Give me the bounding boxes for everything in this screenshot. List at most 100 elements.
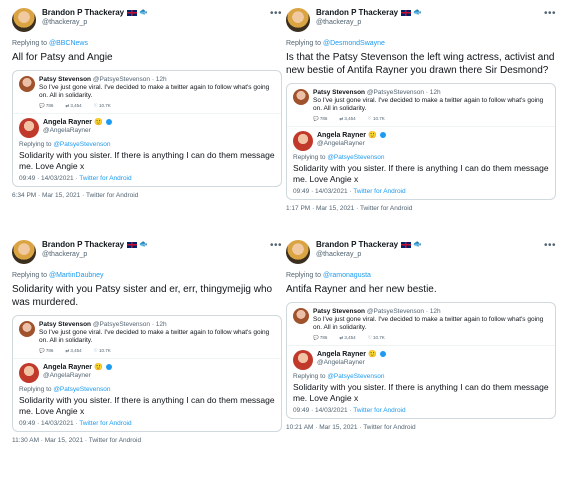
author-name[interactable]: Brandon P Thackeray <box>316 8 398 18</box>
tweet-footer: 10:21 AM · Mar 15, 2021 · Twitter for An… <box>286 424 416 431</box>
author-name[interactable]: Brandon P Thackeray <box>42 8 124 18</box>
angela-meta: 09:49 · 14/03/2021 · Twitter for Android <box>19 420 132 427</box>
patsy-avatar[interactable] <box>19 321 35 337</box>
divider <box>13 113 281 114</box>
angela-text: Solidarity with you sister. If there is … <box>293 163 549 184</box>
fish-icon: 🐟 <box>413 241 422 248</box>
tweet-header: Brandon P Thackeray 🐟 @thackeray_p ••• <box>286 240 556 268</box>
tweet-header: Brandon P Thackeray 🐟 @thackeray_p ••• <box>286 8 556 36</box>
fish-icon: 🐟 <box>139 9 148 16</box>
verified-icon <box>379 351 386 358</box>
reply-count[interactable]: 💬 786 <box>39 103 53 109</box>
like-count[interactable]: ♡ 10.7K <box>94 103 111 109</box>
more-options-icon[interactable]: ••• <box>270 8 282 19</box>
replying-to: Replying to @BBCNews <box>12 40 88 47</box>
retweet-count[interactable]: ⇄ 3,454 <box>65 348 81 354</box>
avatar[interactable] <box>12 240 36 264</box>
angela-replying-to: Replying to @PatsyeStevenson <box>293 154 385 161</box>
reply-count[interactable]: 💬 786 <box>39 348 53 354</box>
author-handle[interactable]: @thackeray_p <box>316 250 422 260</box>
angela-replying-to: Replying to @PatsyeStevenson <box>19 386 111 393</box>
fish-icon: 🐟 <box>139 241 148 248</box>
replying-to: Replying to @DesmondSwayne <box>286 40 385 47</box>
angela-avatar[interactable] <box>293 131 313 151</box>
avatar[interactable] <box>286 240 310 264</box>
author-name[interactable]: Brandon P Thackeray <box>42 240 124 250</box>
angela-meta: 09:49 · 14/03/2021 · Twitter for Android <box>293 188 406 195</box>
replying-to: Replying to @MartinDaubney <box>12 272 104 279</box>
verified-icon <box>379 132 386 139</box>
divider <box>287 345 555 346</box>
angela-name[interactable]: Angela Rayner <box>317 132 366 139</box>
patsy-avatar[interactable] <box>19 76 35 92</box>
author-handle[interactable]: @thackeray_p <box>42 250 148 260</box>
tweet-text: Is that the Patsy Stevenson the left win… <box>286 52 555 76</box>
patsy-name[interactable]: Patsy Stevenson <box>39 321 91 328</box>
replying-to-link[interactable]: @DesmondSwayne <box>323 40 385 47</box>
author-name[interactable]: Brandon P Thackeray <box>316 240 398 250</box>
patsy-stats: 💬 786 ⇄ 3,454 ♡ 10.7K <box>313 116 549 122</box>
tweet[interactable]: Brandon P Thackeray 🐟 @thackeray_p ••• R… <box>286 8 556 212</box>
angela-meta: 09:49 · 14/03/2021 · Twitter for Android <box>293 407 406 414</box>
patsy-name[interactable]: Patsy Stevenson <box>313 89 365 96</box>
retweet-count[interactable]: ⇄ 3,454 <box>65 103 81 109</box>
reply-count[interactable]: 💬 786 <box>313 116 327 122</box>
patsy-text: So I've just gone viral. I've decided to… <box>313 316 544 331</box>
patsy-stats: 💬 786 ⇄ 3,454 ♡ 10.7K <box>39 348 275 354</box>
more-options-icon[interactable]: ••• <box>544 240 556 251</box>
angela-handle: @AngelaRayner <box>317 359 365 366</box>
smile-icon: 🙂 <box>367 351 377 358</box>
avatar[interactable] <box>12 8 36 32</box>
quoted-card[interactable]: Patsy Stevenson @PatsyeStevenson · 12h S… <box>12 70 282 187</box>
quoted-card[interactable]: Patsy Stevenson @PatsyeStevenson · 12h S… <box>286 83 556 200</box>
angela-text: Solidarity with you sister. If there is … <box>293 382 549 403</box>
angela-handle: @AngelaRayner <box>43 127 91 134</box>
more-options-icon[interactable]: ••• <box>270 240 282 251</box>
replying-to: Replying to @ramonagusta <box>286 272 371 279</box>
like-count[interactable]: ♡ 10.7K <box>368 335 385 341</box>
patsy-handle-time: @PatsyeStevenson · 12h <box>366 89 441 96</box>
smile-icon: 🙂 <box>93 364 103 371</box>
quoted-card[interactable]: Patsy Stevenson @PatsyeStevenson · 12h S… <box>286 302 556 419</box>
uk-flag-icon <box>401 242 412 248</box>
patsy-name[interactable]: Patsy Stevenson <box>39 76 91 83</box>
like-count[interactable]: ♡ 10.7K <box>94 348 111 354</box>
patsy-text: So I've just gone viral. I've decided to… <box>39 329 270 344</box>
uk-flag-icon <box>401 10 412 16</box>
tweet[interactable]: Brandon P Thackeray 🐟 @thackeray_p ••• R… <box>286 240 556 431</box>
divider <box>287 126 555 127</box>
patsy-avatar[interactable] <box>293 89 309 105</box>
replying-to-link[interactable]: @ramonagusta <box>323 272 371 279</box>
tweet[interactable]: Brandon P Thackeray 🐟 @thackeray_p ••• R… <box>12 240 282 444</box>
angela-avatar[interactable] <box>19 363 39 383</box>
uk-flag-icon <box>127 10 138 16</box>
patsy-handle-time: @PatsyeStevenson · 12h <box>366 308 441 315</box>
angela-name[interactable]: Angela Rayner <box>43 119 92 126</box>
angela-replying-to: Replying to @PatsyeStevenson <box>19 141 111 148</box>
angela-avatar[interactable] <box>19 118 39 138</box>
tweet[interactable]: Brandon P Thackeray 🐟 @thackeray_p ••• R… <box>12 8 282 199</box>
patsy-handle-time: @PatsyeStevenson · 12h <box>92 321 167 328</box>
like-count[interactable]: ♡ 10.7K <box>368 116 385 122</box>
patsy-avatar[interactable] <box>293 308 309 324</box>
patsy-name[interactable]: Patsy Stevenson <box>313 308 365 315</box>
verified-icon <box>105 119 112 126</box>
avatar[interactable] <box>286 8 310 32</box>
author-handle[interactable]: @thackeray_p <box>316 18 422 28</box>
angela-avatar[interactable] <box>293 350 313 370</box>
more-options-icon[interactable]: ••• <box>544 8 556 19</box>
quoted-card[interactable]: Patsy Stevenson @PatsyeStevenson · 12h S… <box>12 315 282 432</box>
retweet-count[interactable]: ⇄ 3,454 <box>339 335 355 341</box>
patsy-handle-time: @PatsyeStevenson · 12h <box>92 76 167 83</box>
replying-to-link[interactable]: @MartinDaubney <box>49 272 104 279</box>
angela-text: Solidarity with you sister. If there is … <box>19 150 275 171</box>
verified-icon <box>105 364 112 371</box>
retweet-count[interactable]: ⇄ 3,454 <box>339 116 355 122</box>
reply-count[interactable]: 💬 786 <box>313 335 327 341</box>
replying-to-link[interactable]: @BBCNews <box>49 40 88 47</box>
tweet-text: All for Patsy and Angie <box>12 52 113 63</box>
author-handle[interactable]: @thackeray_p <box>42 18 148 28</box>
angela-name[interactable]: Angela Rayner <box>43 364 92 371</box>
angela-name[interactable]: Angela Rayner <box>317 351 366 358</box>
patsy-text: So I've just gone viral. I've decided to… <box>313 97 544 112</box>
